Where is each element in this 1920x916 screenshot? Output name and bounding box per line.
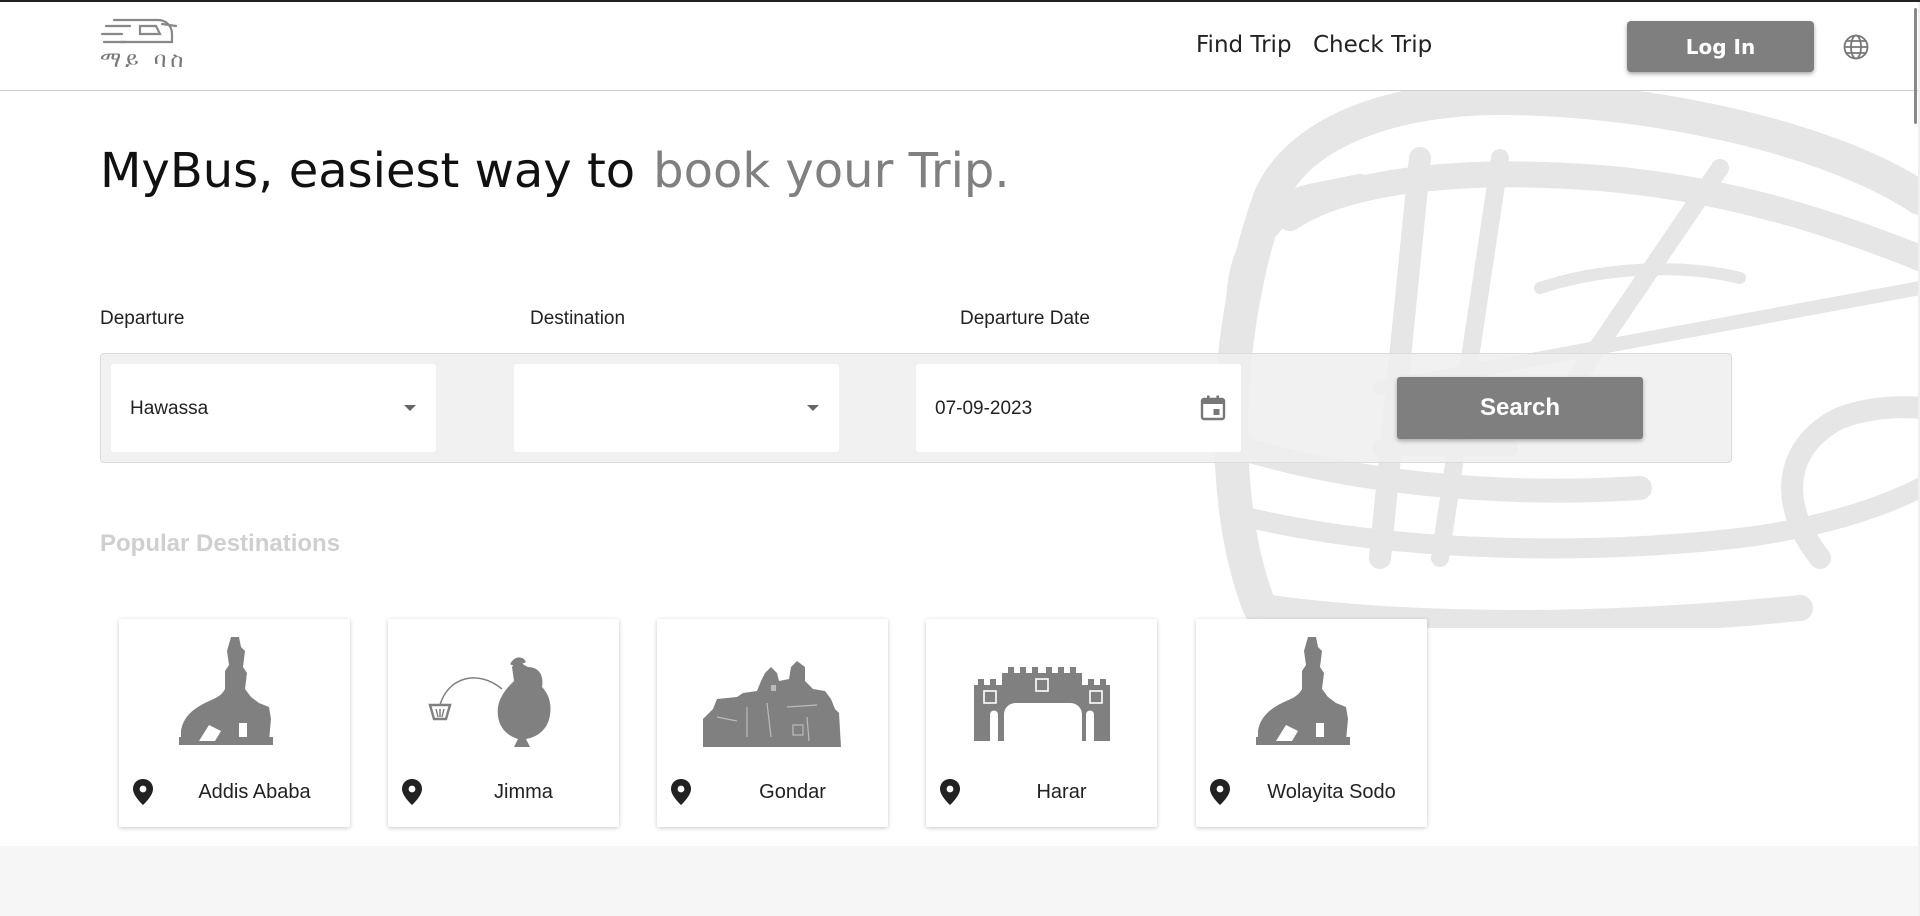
lion-statue-icon bbox=[1256, 637, 1350, 745]
hero-headline-accent: book your Trip. bbox=[653, 143, 1010, 199]
destination-card-addis-ababa[interactable]: Addis Ababa bbox=[119, 619, 350, 827]
popular-destinations-title: Popular Destinations bbox=[100, 530, 341, 557]
chevron-down-icon bbox=[807, 405, 819, 411]
departure-label: Departure bbox=[100, 308, 185, 329]
nav-check-trip[interactable]: Check Trip bbox=[1313, 32, 1432, 58]
destination-select[interactable] bbox=[514, 364, 839, 452]
departure-date-input[interactable]: 07-09-2023 bbox=[916, 364, 1241, 452]
hero-headline-main: MyBus, easiest way to bbox=[100, 143, 636, 199]
destination-name: Harar bbox=[1036, 781, 1087, 803]
destination-name: Wolayita Sodo bbox=[1267, 781, 1396, 803]
footer-band bbox=[0, 846, 1918, 916]
destination-card-wolayita-sodo[interactable]: Wolayita Sodo bbox=[1196, 619, 1427, 827]
globe-icon[interactable] bbox=[1842, 33, 1870, 61]
coffee-pot-icon bbox=[428, 657, 551, 747]
departure-date-value: 07-09-2023 bbox=[935, 398, 1033, 419]
hero-headline: MyBus, easiest way to book your Trip. bbox=[100, 143, 1010, 199]
destination-name: Addis Ababa bbox=[198, 781, 311, 803]
destination-label: Destination bbox=[530, 308, 626, 329]
nav-find-trip[interactable]: Find Trip bbox=[1196, 32, 1292, 58]
search-button[interactable]: Search bbox=[1397, 377, 1643, 439]
chevron-down-icon bbox=[404, 405, 416, 411]
lion-statue-icon bbox=[179, 637, 273, 745]
destination-card-jimma[interactable]: Jimma bbox=[388, 619, 619, 827]
destination-name: Jimma bbox=[494, 781, 553, 803]
departure-select[interactable]: Hawassa bbox=[111, 364, 436, 452]
logo-wordmark: ማይ ባስ bbox=[100, 48, 188, 73]
login-button[interactable]: Log In bbox=[1627, 21, 1814, 72]
castle-icon bbox=[703, 661, 841, 747]
city-gate-icon bbox=[974, 667, 1110, 741]
destination-card-gondar[interactable]: Gondar bbox=[657, 619, 888, 827]
top-navbar: ማይ ባስ Find Trip Check Trip Log In bbox=[0, 2, 1918, 91]
departure-date-label: Departure Date bbox=[960, 308, 1090, 329]
page-scrollbar-thumb[interactable] bbox=[1914, 8, 1917, 124]
calendar-icon[interactable] bbox=[1199, 394, 1227, 422]
destination-name: Gondar bbox=[759, 781, 826, 803]
destination-card-harar[interactable]: Harar bbox=[926, 619, 1157, 827]
departure-select-value: Hawassa bbox=[130, 398, 209, 419]
